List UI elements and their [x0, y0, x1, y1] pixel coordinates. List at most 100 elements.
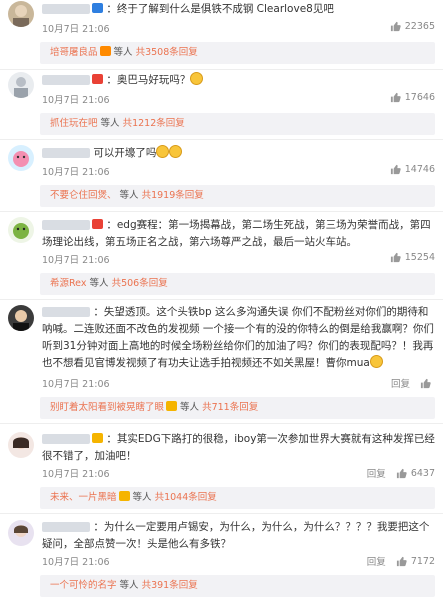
- avatar[interactable]: [8, 145, 34, 171]
- divider: [0, 69, 443, 70]
- member-badge-icon: [92, 433, 103, 443]
- like-count: 15254: [404, 252, 435, 263]
- comment-body: ：终于了解到什么是俱铁不成钢 Clearlove8见吧: [42, 1, 435, 18]
- reply-connector: 等人: [119, 190, 139, 201]
- member-badge-icon: [99, 46, 111, 56]
- like-button[interactable]: 17646: [390, 92, 435, 103]
- reply-summary[interactable]: 未来、一片黑暗 等人 共1044条回复: [40, 487, 435, 509]
- reply-connector: 等人: [89, 278, 109, 289]
- comment-body: 可以开壕了吗: [42, 145, 435, 162]
- timestamp: 10月7日 21:06: [42, 255, 110, 266]
- view-replies-link[interactable]: 共506条回复: [112, 278, 168, 289]
- timestamp: 10月7日 21:06: [42, 557, 110, 568]
- like-count: 14746: [404, 164, 435, 175]
- view-replies-link[interactable]: 共391条回复: [142, 580, 198, 591]
- member-badge-icon: [92, 219, 103, 229]
- reply-summary[interactable]: 不要仑住回煲、 等人 共1919条回复: [40, 185, 435, 207]
- reply-username[interactable]: 未来、一片黑暗: [50, 492, 117, 503]
- comment-list: ：终于了解到什么是俱铁不成钢 Clearlove8见吧 10月7日 21:06 …: [0, 0, 443, 600]
- reply-summary[interactable]: 希源Rex 等人 共506条回复: [40, 273, 435, 295]
- like-button[interactable]: 15254: [390, 252, 435, 263]
- thumbs-up-icon: [396, 556, 407, 566]
- reply-summary[interactable]: 培哥屠良品 等人 共3508条回复: [40, 42, 435, 64]
- reply-connector: 等人: [132, 492, 152, 503]
- username[interactable]: [42, 522, 90, 532]
- like-button[interactable]: 6437: [396, 468, 435, 479]
- view-replies-link[interactable]: 共1212条回复: [123, 118, 185, 129]
- username[interactable]: [42, 75, 90, 85]
- username[interactable]: [42, 220, 90, 230]
- timestamp: 10月7日 21:06: [42, 24, 110, 35]
- comment-text: ：终于了解到什么是俱铁不成钢 Clearlove8见吧: [106, 3, 334, 15]
- reply-connector: 等人: [119, 580, 139, 591]
- like-count: 17646: [404, 92, 435, 103]
- reply-summary[interactable]: 抓住玩在吧 等人 共1212条回复: [40, 113, 435, 135]
- reply-username[interactable]: 培哥屠良品: [50, 47, 98, 58]
- view-replies-link[interactable]: 共1044条回复: [155, 492, 217, 503]
- username[interactable]: [42, 148, 90, 158]
- reply-username[interactable]: 抓住玩在吧: [50, 118, 98, 129]
- username[interactable]: [42, 307, 90, 317]
- divider: [0, 299, 443, 300]
- comment-text: ：为什么一定要用卢锡安，为什么，为什么，为什么？？？？我要把这个疑问，全部点赞一…: [42, 521, 430, 550]
- comment-body: ：为什么一定要用卢锡安，为什么，为什么，为什么？？？？我要把这个疑问，全部点赞一…: [42, 519, 435, 553]
- comment-body: ：失望透顶。这个头铁bp 这么多沟通失误 你们不配粉丝对你们的期待和呐喊。二连败…: [42, 304, 435, 372]
- like-button[interactable]: 22365: [390, 21, 435, 32]
- divider: [0, 423, 443, 424]
- thumbs-up-icon: [390, 92, 401, 103]
- thumbs-up-icon: [390, 164, 401, 175]
- avatar[interactable]: [8, 520, 34, 546]
- comment-text: 可以开壕了吗: [93, 147, 157, 159]
- like-button[interactable]: 7172: [396, 556, 435, 567]
- avatar[interactable]: [8, 217, 34, 243]
- comment-body: ：奥巴马好玩吗？: [42, 72, 435, 89]
- view-replies-link[interactable]: 共3508条回复: [136, 47, 198, 58]
- reply-summary[interactable]: 一个可怜的名字 等人 共391条回复: [40, 575, 435, 597]
- comment-meta: 10月7日 21:06 15254: [42, 250, 435, 266]
- crying-emoji-icon: [369, 355, 383, 368]
- comment-meta: 10月7日 21:06 回复: [42, 374, 435, 390]
- reply-button[interactable]: 回复: [367, 554, 386, 568]
- username[interactable]: [42, 434, 90, 444]
- reply-button[interactable]: 回复: [391, 376, 410, 390]
- timestamp: 10月7日 21:06: [42, 95, 110, 106]
- smile-emoji-icon: [190, 72, 204, 85]
- divider: [0, 211, 443, 212]
- thumbs-up-icon: [420, 378, 431, 388]
- avatar[interactable]: [8, 72, 34, 98]
- comment-meta: 10月7日 21:06 14746: [42, 162, 435, 178]
- comment-text: ：奥巴马好玩吗？: [106, 74, 191, 86]
- avatar[interactable]: [8, 432, 34, 458]
- reply-connector: 等人: [113, 47, 133, 58]
- like-button[interactable]: [420, 378, 435, 389]
- like-count: 6437: [410, 467, 435, 479]
- username[interactable]: [42, 4, 90, 14]
- comment-meta: 10月7日 21:06 回复 6437: [42, 464, 435, 481]
- smile-emoji-icon: [156, 145, 170, 158]
- divider: [0, 513, 443, 514]
- avatar[interactable]: [8, 305, 34, 331]
- thumbs-up-icon: [390, 21, 401, 32]
- reply-username[interactable]: 别盯着太阳看到被晃瞎了眼: [50, 402, 164, 413]
- divider: [0, 139, 443, 140]
- comment-body: ：edg赛程：第一场揭幕战，第二场生死战，第三场为荣誉而战，第四场理论出线，第五…: [42, 217, 435, 251]
- reply-button[interactable]: 回复: [367, 466, 386, 480]
- member-badge-icon: [118, 491, 130, 501]
- verified-badge-icon: [92, 3, 103, 13]
- like-count: 22365: [404, 21, 435, 32]
- like-count: 7172: [410, 555, 435, 567]
- member-badge-icon: [92, 74, 103, 84]
- view-replies-link[interactable]: 共711条回复: [202, 402, 258, 413]
- smile-emoji-icon: [169, 145, 183, 158]
- reply-username[interactable]: 希源Rex: [50, 278, 86, 289]
- reply-username[interactable]: 不要仑住回煲、: [50, 190, 117, 201]
- view-replies-link[interactable]: 共1919条回复: [142, 190, 204, 201]
- reply-username[interactable]: 一个可怜的名字: [50, 580, 117, 591]
- reply-connector: 等人: [100, 118, 120, 129]
- timestamp: 10月7日 21:06: [42, 167, 110, 178]
- like-button[interactable]: 14746: [390, 164, 435, 175]
- avatar[interactable]: [8, 1, 34, 27]
- reply-summary[interactable]: 别盯着太阳看到被晃瞎了眼 等人 共711条回复: [40, 397, 435, 419]
- comment-meta: 10月7日 21:06 回复 7172: [42, 552, 435, 569]
- comment-body: ：其实EDG下路打的很稳，iboy第一次参加世界大赛就有这种发挥已经很不错了，加…: [42, 431, 435, 465]
